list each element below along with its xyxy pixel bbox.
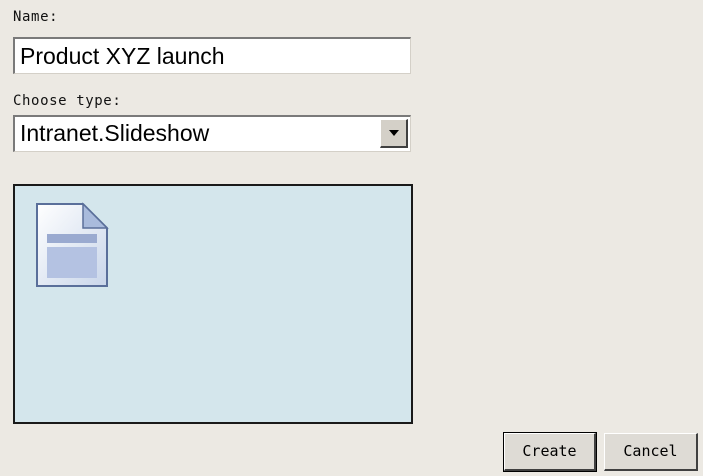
type-preview-panel [13,184,413,424]
choose-type-label: Choose type: [13,93,122,109]
type-dropdown-button[interactable] [380,119,408,148]
name-label: Name: [13,9,59,25]
create-button[interactable]: Create [503,432,597,472]
document-icon [36,202,109,287]
chevron-down-icon [389,130,399,136]
name-field[interactable] [13,37,411,74]
type-select[interactable]: Intranet.Slideshow [13,115,411,152]
cancel-button[interactable]: Cancel [604,433,698,471]
type-select-value: Intranet.Slideshow [20,120,210,146]
